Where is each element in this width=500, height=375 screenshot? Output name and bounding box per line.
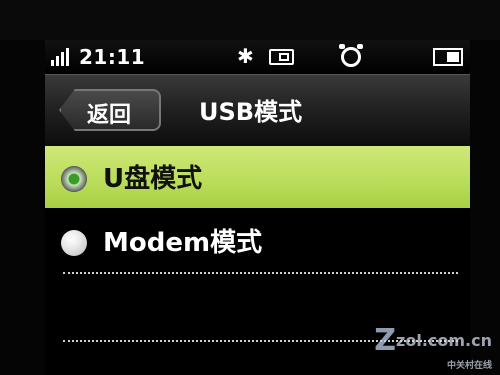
watermark: Zzol.com.cn 中关村在线 <box>374 323 492 371</box>
option-modem-mode[interactable]: Modem模式 <box>45 210 470 272</box>
device-bezel <box>0 0 500 40</box>
title-bar: 返回 USB模式 <box>45 74 470 147</box>
option-usb-disk-mode[interactable]: U盘模式 <box>45 146 470 208</box>
watermark-logo: Z <box>374 323 397 358</box>
page-title: USB模式 <box>199 98 303 126</box>
back-button[interactable]: 返回 <box>59 89 161 131</box>
option-label: Modem模式 <box>103 228 263 258</box>
clock-time: 21:11 <box>79 45 146 69</box>
alarm-icon <box>339 44 363 67</box>
status-bar: 21:11 ✱ <box>45 40 470 74</box>
watermark-text: zol.com.cn <box>396 331 492 350</box>
bluetooth-icon: ✱ <box>237 44 254 68</box>
watermark-subtext: 中关村在线 <box>446 361 492 371</box>
memory-card-icon <box>269 49 294 65</box>
option-label: U盘模式 <box>103 164 203 194</box>
radio-unselected-icon[interactable] <box>61 230 87 256</box>
signal-icon <box>51 48 75 66</box>
back-button-label: 返回 <box>87 103 132 128</box>
radio-selected-icon[interactable] <box>61 166 87 192</box>
divider <box>63 272 458 274</box>
battery-icon <box>433 48 463 66</box>
